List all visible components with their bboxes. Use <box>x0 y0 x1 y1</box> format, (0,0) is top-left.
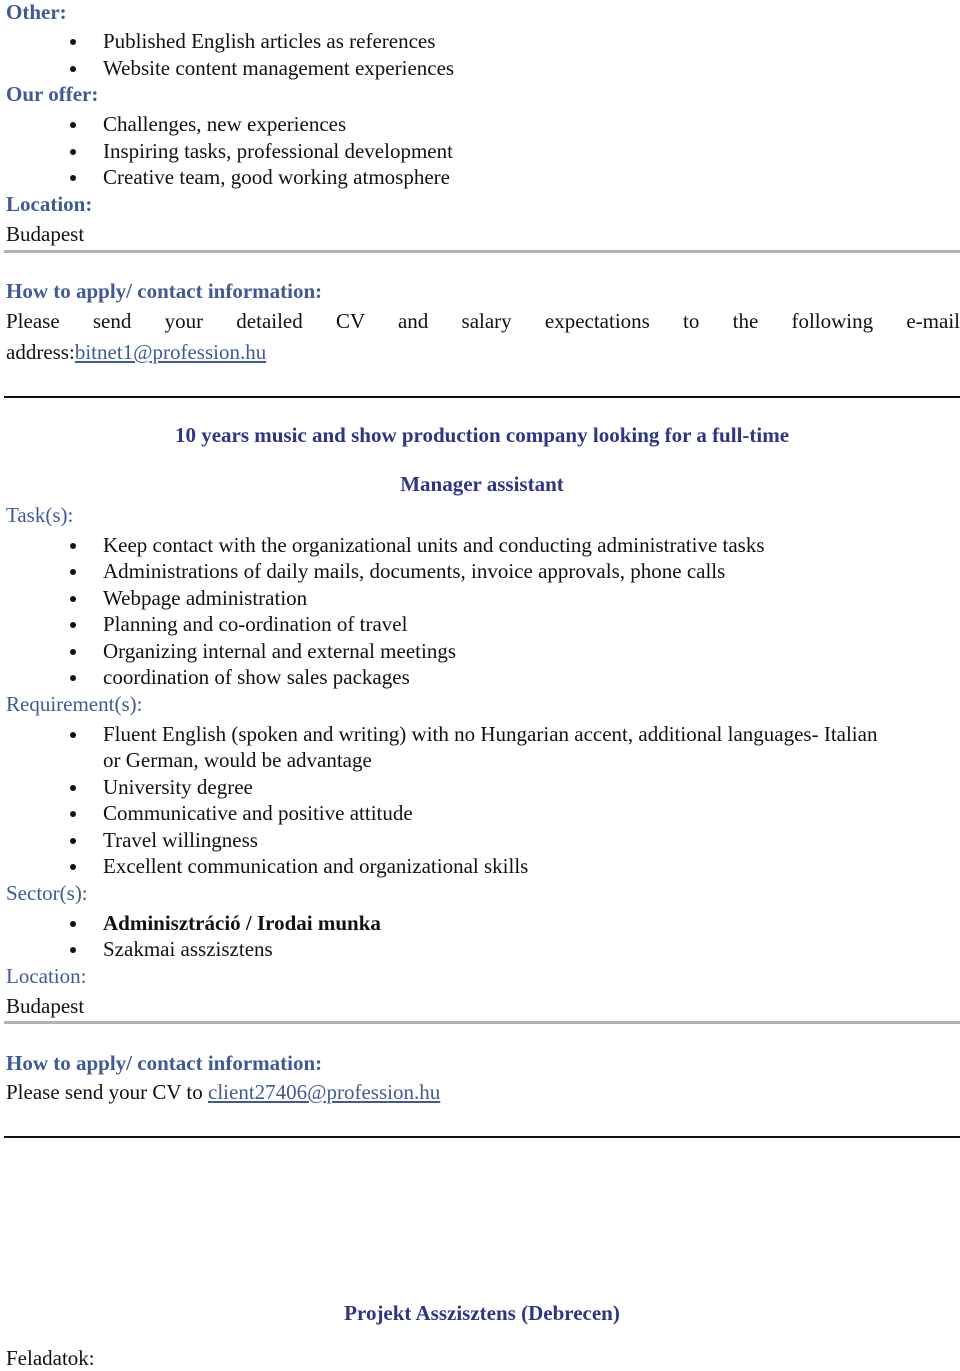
bullet-icon <box>70 947 76 953</box>
email-link[interactable]: bitnet1@profession.hu <box>75 340 266 364</box>
divider <box>4 250 960 253</box>
bullet-icon <box>70 649 76 655</box>
bullet-icon <box>70 122 76 128</box>
bullet-icon <box>70 921 76 927</box>
other-heading: Other: <box>6 0 67 24</box>
job-title: Projekt Asszisztens (Debrecen) <box>344 1301 620 1325</box>
apply-text: Please send your CV to <box>6 1080 209 1104</box>
bullet-icon <box>70 175 76 181</box>
bullet-icon <box>70 149 76 155</box>
bullet-icon <box>70 811 76 817</box>
location-value: Budapest <box>6 994 85 1018</box>
apply-address-prefix: address: <box>6 340 75 364</box>
bullet-icon <box>70 785 76 791</box>
divider <box>4 1136 960 1138</box>
location-heading: Location: <box>6 964 87 988</box>
bullet-icon <box>70 622 76 628</box>
divider <box>4 396 960 398</box>
sectors-heading: Sector(s): <box>6 881 88 905</box>
bullet-icon <box>70 675 76 681</box>
bullet-icon <box>70 66 76 72</box>
apply-address-line: address:bitnet1@profession.hu <box>6 340 266 365</box>
apply-line: Please send your CV to client27406@profe… <box>6 1080 440 1105</box>
bullet-icon <box>70 39 76 45</box>
apply-heading: How to apply/ contact information: <box>6 1051 323 1075</box>
email-link[interactable]: client27406@profession.hu <box>208 1080 440 1104</box>
bullet-icon <box>70 864 76 870</box>
location-heading: Location: <box>6 192 93 216</box>
bullet-icon <box>70 732 76 738</box>
bullet-icon <box>70 543 76 549</box>
job-title-line2: Manager assistant <box>400 472 564 496</box>
job-title-line1: 10 years music and show production compa… <box>174 423 790 447</box>
divider <box>4 1021 960 1024</box>
bullet-icon <box>70 596 76 602</box>
apply-text: Please send your detailed CV and salary … <box>6 309 960 333</box>
requirements-heading: Requirement(s): <box>6 692 143 716</box>
offer-heading: Our offer: <box>6 82 99 106</box>
tasks-label: Feladatok: <box>6 1346 95 1370</box>
bullet-icon <box>70 569 76 575</box>
tasks-heading: Task(s): <box>6 503 74 527</box>
bullet-icon <box>70 838 76 844</box>
location-value: Budapest <box>6 222 85 246</box>
apply-heading: How to apply/ contact information: <box>6 279 323 303</box>
